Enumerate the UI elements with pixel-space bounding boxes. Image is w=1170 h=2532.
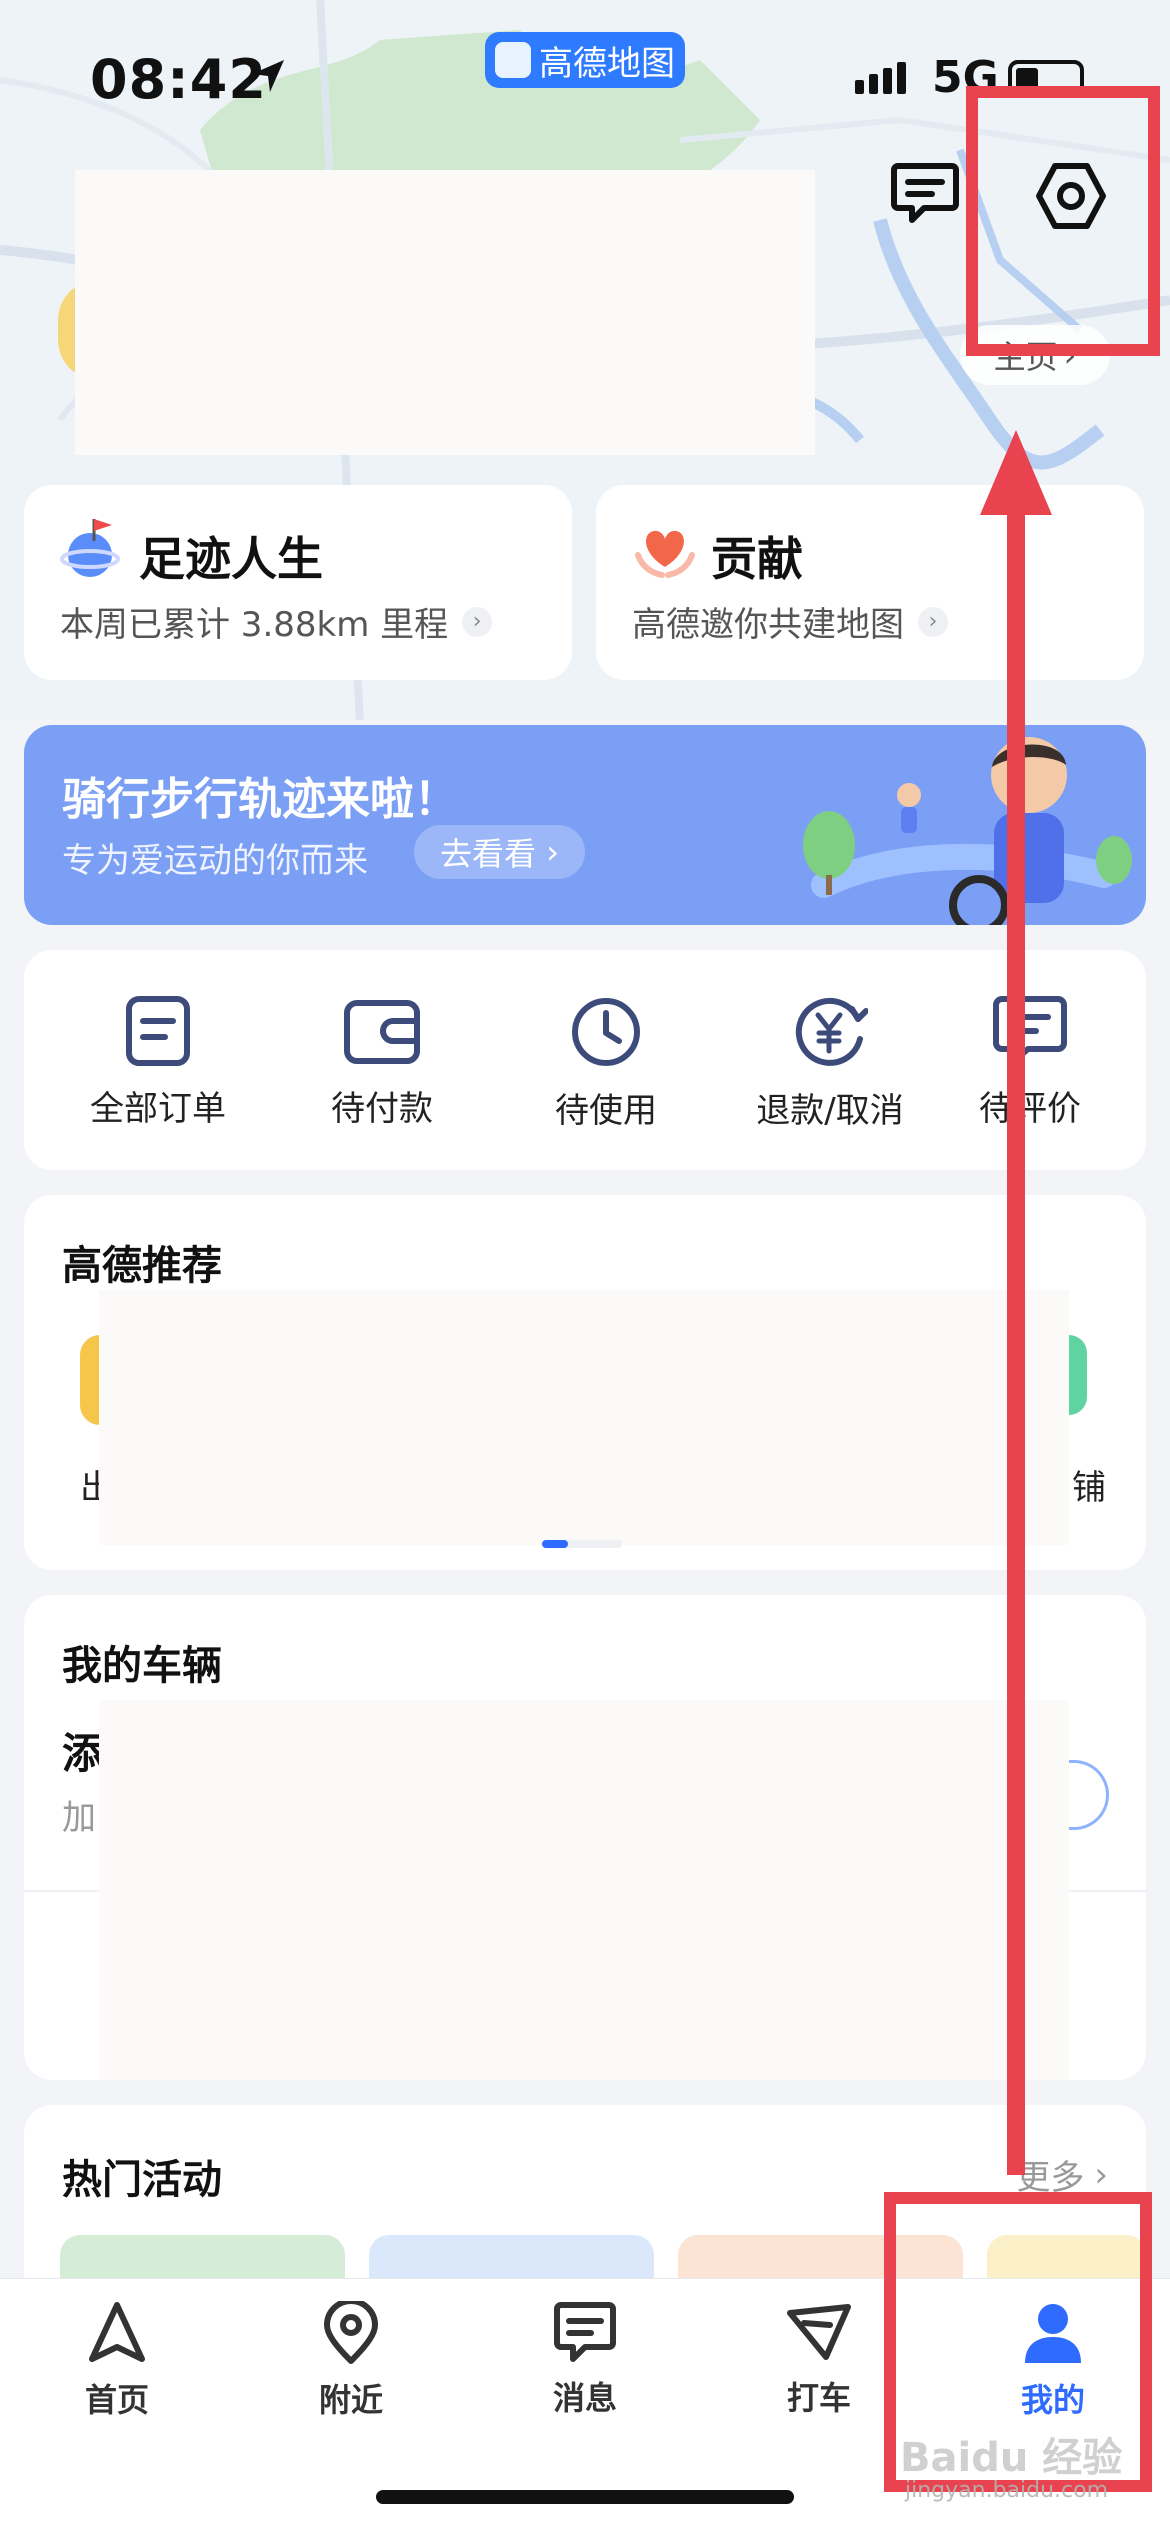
home-indicator — [376, 2490, 794, 2504]
tab-nearby[interactable]: 附近 — [234, 2301, 468, 2431]
yuan-refund-icon — [795, 997, 868, 1066]
tab-home-label: 首页 — [84, 2381, 149, 2419]
location-arrow-icon — [252, 60, 284, 92]
comment-icon — [993, 996, 1067, 1064]
gaode-app-icon — [495, 42, 531, 78]
pending-payment-button[interactable]: 待付款 — [270, 950, 494, 1170]
banner-subtitle: 专为爱运动的你而来 — [62, 841, 368, 881]
highlight-settings-box — [966, 86, 1160, 356]
recommend-title: 高德推荐 — [62, 1243, 222, 1289]
wallet-icon — [344, 1000, 420, 1064]
message-icon[interactable] — [890, 160, 960, 224]
refund-cancel-label: 退款/取消 — [756, 1091, 904, 1131]
navigate-arrow-icon — [89, 2302, 145, 2362]
recommend-service-label: 铺 — [1072, 1468, 1106, 1508]
taxi-flag-icon — [787, 2304, 851, 2360]
tab-messages-label: 消息 — [552, 2379, 617, 2417]
contribution-title: 贡献 — [711, 532, 803, 586]
status-time: 08:42 — [90, 48, 267, 111]
cycling-walking-banner[interactable]: 骑行步行轨迹来啦！ 专为爱运动的你而来 去看看 › — [24, 725, 1146, 925]
vehicle-card: 我的车辆 添 加 — [24, 1595, 1146, 2080]
document-icon — [126, 996, 190, 1066]
clock-icon — [572, 998, 640, 1066]
contribution-subtitle: 高德邀你共建地图 — [632, 605, 904, 645]
footprint-card[interactable]: 足迹人生 本周已累计 3.88km 里程 › — [24, 485, 572, 680]
heart-hands-icon — [635, 530, 695, 578]
back-to-app-badge[interactable]: 高德地图 — [485, 32, 685, 88]
location-pin-icon — [324, 2301, 378, 2364]
page-indicator — [542, 1540, 622, 1548]
footprint-subtitle-row: 本周已累计 3.88km 里程 › — [60, 597, 493, 646]
cellular-signal-icon — [855, 62, 906, 94]
footprint-title: 足迹人生 — [139, 532, 323, 586]
tab-messages[interactable]: 消息 — [468, 2301, 702, 2431]
pending-review-button[interactable]: 待评价 — [918, 950, 1142, 1170]
chevron-right-icon: › — [918, 606, 948, 637]
message-icon — [554, 2302, 616, 2362]
vehicle-content-redacted[interactable] — [99, 1700, 1069, 2080]
contribution-subtitle-row: 高德邀你共建地图 › — [632, 597, 948, 646]
footprint-subtitle: 本周已累计 3.88km 里程 — [60, 605, 449, 645]
add-vehicle-subtitle: 加 — [62, 1798, 96, 1838]
add-vehicle-title[interactable]: 添 — [62, 1720, 104, 1781]
pending-use-label: 待使用 — [555, 1091, 657, 1131]
pending-use-button[interactable]: 待使用 — [494, 950, 718, 1170]
refund-cancel-button[interactable]: 退款/取消 — [718, 950, 942, 1170]
add-vehicle-button[interactable] — [1069, 1760, 1109, 1830]
tab-home[interactable]: 首页 — [0, 2301, 234, 2431]
contribution-card[interactable]: 贡献 高德邀你共建地图 › — [596, 485, 1144, 680]
globe-flag-icon — [60, 519, 120, 577]
pending-review-label: 待评价 — [979, 1089, 1081, 1129]
baidu-watermark-url: jingyan.baidu.com — [905, 2478, 1109, 2503]
banner-go-label: 去看看 — [440, 835, 537, 873]
app-badge-label: 高德地图 — [539, 43, 675, 84]
tab-nearby-label: 附近 — [318, 2381, 383, 2419]
tab-taxi-label: 打车 — [786, 2379, 851, 2417]
recommend-service-icon[interactable] — [80, 1335, 100, 1425]
chevron-right-icon: › — [1094, 2154, 1108, 2195]
recommend-card: 高德推荐 出 铺 — [24, 1195, 1146, 1570]
banner-title: 骑行步行轨迹来啦！ — [62, 774, 458, 825]
recommend-service-icon[interactable] — [1069, 1335, 1087, 1415]
vehicle-title: 我的车辆 — [62, 1643, 222, 1689]
all-orders-button[interactable]: 全部订单 — [46, 950, 270, 1170]
activities-title: 热门活动 — [62, 2157, 222, 2203]
banner-go-button[interactable]: 去看看 › — [414, 825, 585, 879]
baidu-watermark: Baidu 经验 — [900, 2435, 1123, 2481]
all-orders-label: 全部订单 — [90, 1089, 226, 1129]
orders-card: 全部订单 待付款 待使用 退款/取消 待评价 — [24, 950, 1146, 1170]
cyclist-illustration — [803, 737, 1132, 925]
pending-payment-label: 待付款 — [331, 1089, 433, 1129]
chevron-right-icon: › — [536, 833, 559, 871]
recommend-services-redacted[interactable] — [99, 1290, 1069, 1545]
chevron-right-icon: › — [462, 606, 493, 637]
profile-info-redacted[interactable] — [75, 170, 815, 455]
